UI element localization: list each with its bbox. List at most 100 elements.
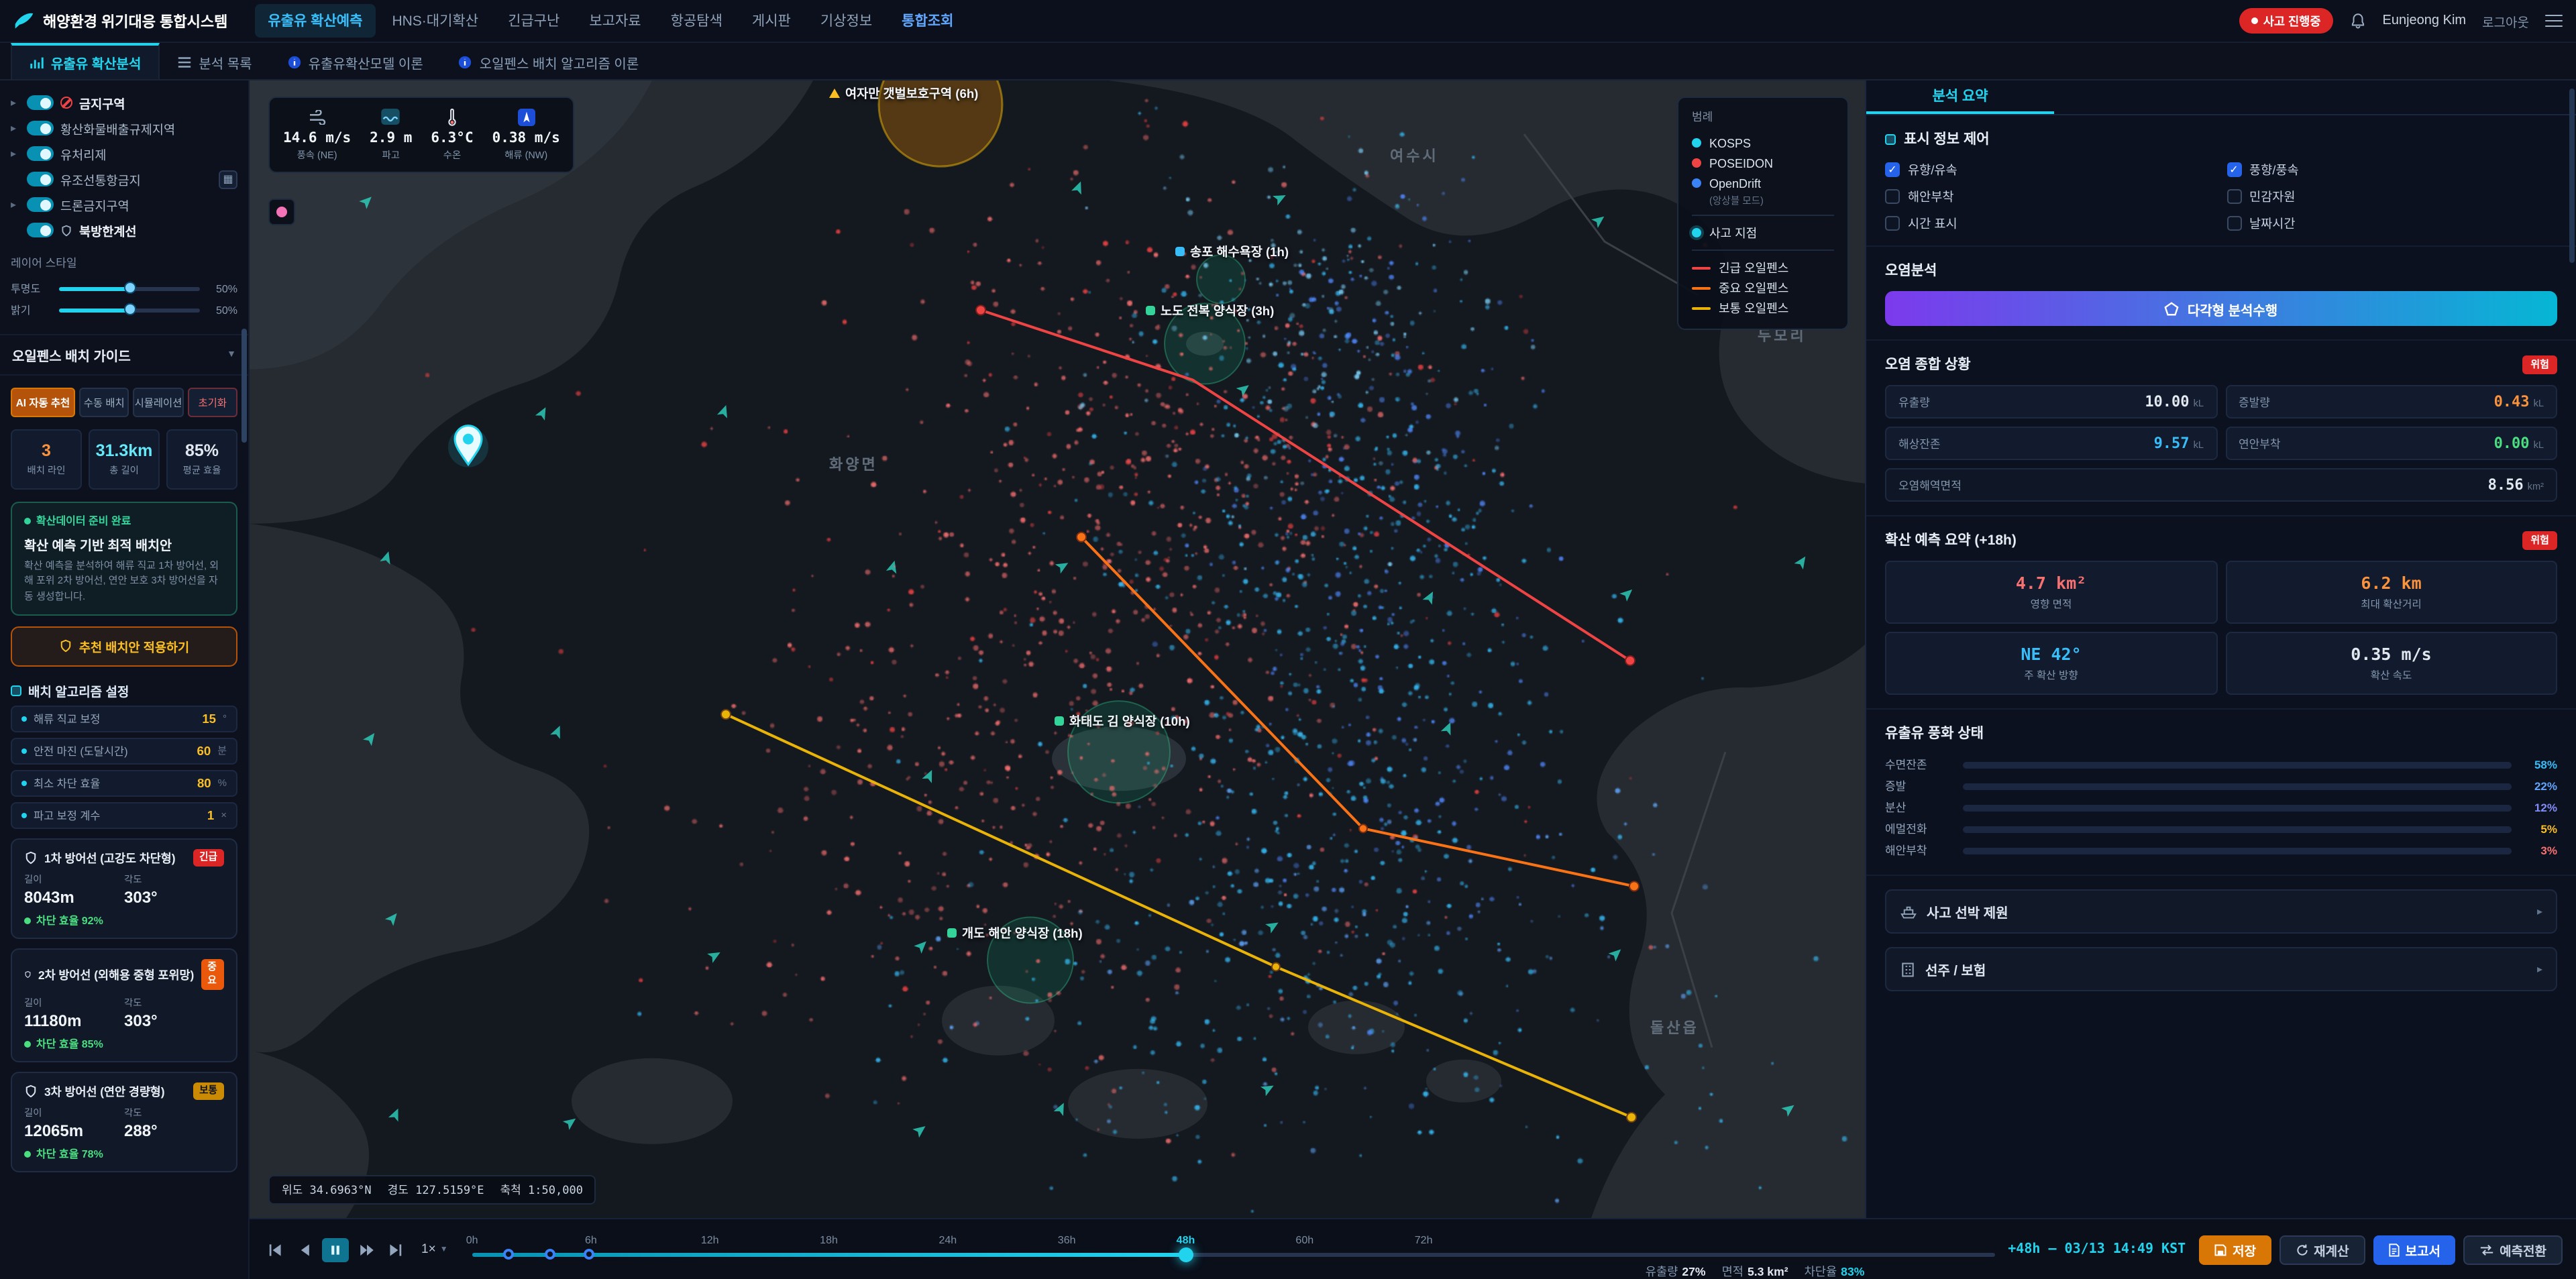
expand-icon[interactable]: ▸ <box>11 97 20 109</box>
menu-icon[interactable] <box>2545 14 2563 27</box>
nav-item-integrated[interactable]: 통합조회 <box>888 4 967 38</box>
setting-safety-margin[interactable]: 안전 마진 (도달시간) 60 분 <box>11 738 237 765</box>
fence-line-normal[interactable] <box>726 714 1631 1117</box>
apply-recommendation-button[interactable]: 추천 배치안 적용하기 <box>11 626 237 667</box>
tab-diffusion-analysis[interactable]: 유출유 확산분석 <box>11 43 160 79</box>
fast-forward-button[interactable] <box>354 1239 378 1260</box>
site-label-abalone-farm[interactable]: 노도 전복 양식장 (3h) <box>1146 300 1274 319</box>
setting-wave-factor[interactable]: 파고 보정 계수 1 × <box>11 802 237 829</box>
brightness-slider[interactable] <box>59 308 200 312</box>
timeline-tick[interactable]: 72h <box>1415 1233 1433 1245</box>
setting-value[interactable]: 15 <box>202 712 216 726</box>
setting-value[interactable]: 1 <box>207 809 214 822</box>
checkbox-sensitive[interactable]: ✓민감자원 <box>2226 186 2557 205</box>
layer-row-drone-ban[interactable]: ▸ 드론금지구역 <box>11 192 237 217</box>
expand-icon[interactable]: ▸ <box>11 199 20 211</box>
site-label-beach[interactable]: 송포 해수욕장 (1h) <box>1175 241 1289 260</box>
timeline-tick[interactable]: 60h <box>1295 1233 1313 1245</box>
timeline-event-marker[interactable] <box>584 1249 594 1260</box>
expand-icon[interactable]: ▸ <box>11 122 20 134</box>
layer-toggle[interactable] <box>27 95 54 110</box>
layer-row-sox-zone[interactable]: ▸ 황산화물배출규제지역 <box>11 115 237 141</box>
layer-toggle[interactable] <box>27 146 54 161</box>
layer-row-tanker-ban[interactable]: 유조선통항금지 ▦ <box>11 166 237 192</box>
checkbox-icon[interactable]: ✓ <box>1885 188 1900 203</box>
nav-item-rescue[interactable]: 긴급구난 <box>494 4 573 38</box>
timeline-tick[interactable]: 36h <box>1058 1233 1076 1245</box>
sidebar-scrollbar[interactable] <box>241 329 247 443</box>
vessel-spec-row[interactable]: 사고 선박 제원 ▸ <box>1885 889 2557 934</box>
incident-status-badge[interactable]: 사고 진행중 <box>2239 8 2333 34</box>
nav-item-board[interactable]: 게시판 <box>739 4 804 38</box>
setting-value[interactable]: 60 <box>197 744 211 758</box>
nav-item-hns[interactable]: HNS·대기확산 <box>378 4 492 38</box>
map-canvas[interactable]: 여수시 화양면 두모리 돌산읍 여자만 갯벌보호구역 (6h) 송포 해수욕장 … <box>250 80 1865 1218</box>
speed-selector[interactable]: 1×▼ <box>421 1242 448 1257</box>
tab-analysis-list[interactable]: 분석 목록 <box>160 43 269 79</box>
user-name[interactable]: Eunjeong Kim <box>2383 13 2467 28</box>
checkbox-icon[interactable]: ✓ <box>1885 215 1900 230</box>
bell-icon[interactable] <box>2349 12 2367 30</box>
setting-min-efficiency[interactable]: 최소 차단 효율 80 % <box>11 770 237 797</box>
layer-row-dispersant[interactable]: ▸ 유처리제 <box>11 141 237 166</box>
checkbox-time[interactable]: ✓시간 표시 <box>1885 213 2216 232</box>
ai-recommend-button[interactable]: AI 자동 추천 <box>11 388 75 417</box>
setting-current-correction[interactable]: 해류 직교 보정 15 ° <box>11 706 237 732</box>
map-style-button[interactable] <box>268 199 295 225</box>
panel-scrollbar[interactable] <box>2569 89 2575 263</box>
boom-guide-header[interactable]: 오일펜스 배치 가이드 ▼ <box>0 334 248 376</box>
skip-start-button[interactable] <box>263 1239 287 1260</box>
setting-value[interactable]: 80 <box>197 777 211 790</box>
timeline-tick[interactable]: 0h <box>466 1233 478 1245</box>
timeline-tick[interactable]: 18h <box>820 1233 838 1245</box>
skip-end-button[interactable] <box>384 1239 408 1260</box>
layer-toggle[interactable] <box>27 172 54 186</box>
timeline-handle[interactable] <box>1179 1247 1193 1262</box>
slider-knob[interactable] <box>123 303 136 315</box>
tab-model-theory[interactable]: 유출유확산모델 이론 <box>270 43 441 79</box>
timeline-tick[interactable]: 6h <box>585 1233 597 1245</box>
tab-boom-theory[interactable]: 오일펜스 배치 알고리즘 이론 <box>441 43 657 79</box>
defense-line-card-3[interactable]: 3차 방어선 (연안 경량형) 보통 길이12065m 각도288° 차단 효율… <box>11 1072 237 1172</box>
nav-item-spill[interactable]: 유출유 확산예측 <box>254 4 376 38</box>
polygon-analysis-button[interactable]: 다각형 분석수행 <box>1885 291 2557 326</box>
fence-line-critical[interactable] <box>981 310 1630 661</box>
checkbox-icon[interactable]: ✓ <box>2226 162 2241 176</box>
owner-insurance-row[interactable]: 선주 / 보험 ▸ <box>1885 947 2557 991</box>
site-label-coastal-farm[interactable]: 개도 해안 양식장 (18h) <box>947 923 1083 942</box>
pause-button[interactable] <box>322 1237 349 1262</box>
recalculate-button[interactable]: 재계산 <box>2279 1235 2365 1264</box>
site-label-protected-area[interactable]: 여자만 갯벌보호구역 (6h) <box>829 83 978 102</box>
checkbox-shoreline[interactable]: ✓해안부착 <box>1885 186 2216 205</box>
opacity-slider[interactable] <box>59 286 200 290</box>
layer-toggle[interactable] <box>27 197 54 212</box>
nav-item-reports[interactable]: 보고자료 <box>576 4 654 38</box>
defense-line-card-1[interactable]: 1차 방어선 (고강도 차단형) 긴급 길이8043m 각도303° 차단 효율… <box>11 838 237 939</box>
checkbox-datetime[interactable]: ✓날짜시간 <box>2226 213 2557 232</box>
checkbox-icon[interactable]: ✓ <box>2226 188 2241 203</box>
prediction-toggle-button[interactable]: 예측전환 <box>2463 1235 2563 1264</box>
tab-analysis-summary[interactable]: 분석 요약 <box>1866 80 2054 114</box>
incident-pin[interactable] <box>448 426 488 467</box>
nav-item-aerial[interactable]: 항공탐색 <box>657 4 736 38</box>
report-button[interactable]: 보고서 <box>2373 1235 2455 1264</box>
checkbox-current[interactable]: ✓유향/유속 <box>1885 160 2216 178</box>
timeline-event-marker[interactable] <box>503 1249 514 1260</box>
defense-line-card-2[interactable]: 2차 방어선 (외해용 중형 포위망) 중요 길이11180m 각도303° 차… <box>11 948 237 1062</box>
manual-place-button[interactable]: 수동 배치 <box>79 388 129 417</box>
layer-toggle[interactable] <box>27 121 54 135</box>
reset-button[interactable]: 초기화 <box>187 388 237 417</box>
timeline-tick[interactable]: 48h <box>1177 1233 1195 1245</box>
nav-item-weather[interactable]: 기상정보 <box>807 4 885 38</box>
slider-knob[interactable] <box>123 282 136 294</box>
save-button[interactable]: 저장 <box>2199 1235 2271 1264</box>
timeline-tick[interactable]: 12h <box>701 1233 719 1245</box>
logout-button[interactable]: 로그아웃 <box>2482 11 2529 30</box>
checkbox-wind[interactable]: ✓풍향/풍속 <box>2226 160 2557 178</box>
layer-row-nll[interactable]: 북방한계선 <box>11 217 237 243</box>
checkbox-icon[interactable]: ✓ <box>1885 162 1900 176</box>
timeline-track[interactable]: 0h6h12h18h24h36h48h60h72h <box>472 1237 1995 1262</box>
app-logo[interactable]: 해양환경 위기대응 통합시스템 <box>13 10 227 32</box>
layer-toggle[interactable] <box>27 223 54 237</box>
layer-row-restricted-zone[interactable]: ▸ 금지구역 <box>11 90 237 115</box>
